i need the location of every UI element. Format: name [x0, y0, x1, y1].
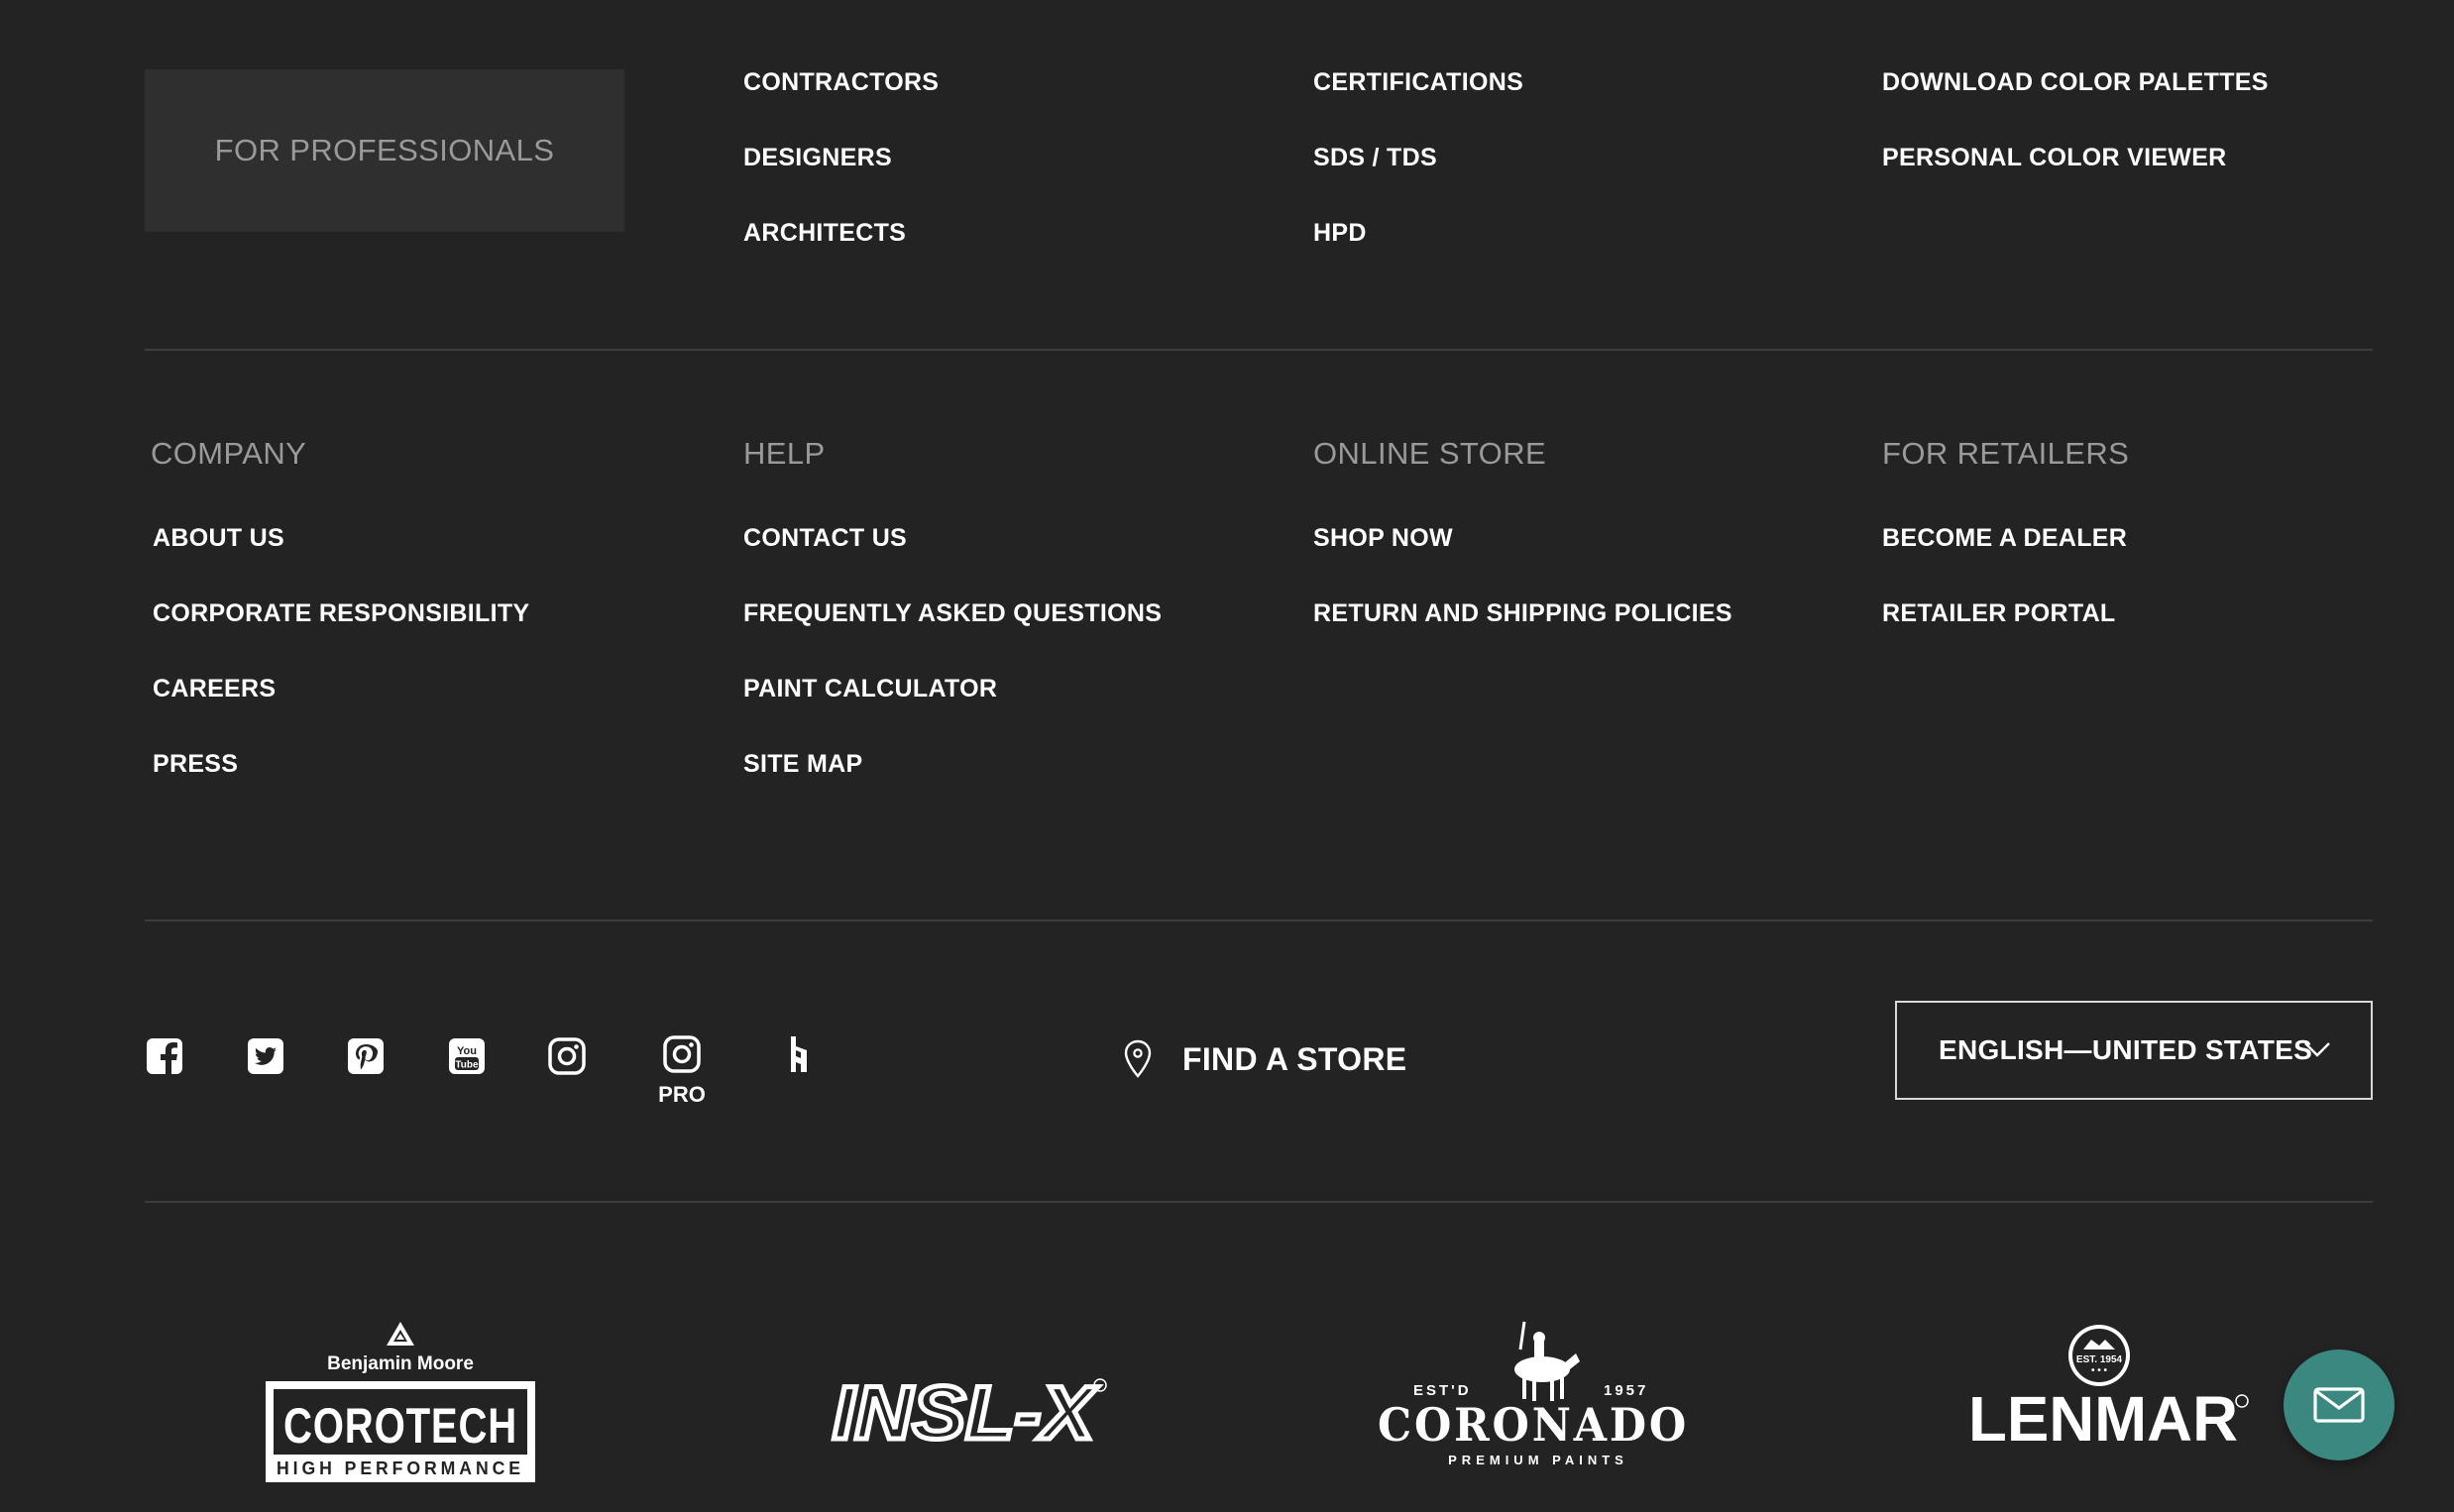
- language-select[interactable]: ENGLISH—UNITED STATES: [1895, 1001, 2373, 1100]
- link-about-us[interactable]: ABOUT US: [153, 523, 284, 553]
- svg-text:PREMIUM PAINTS: PREMIUM PAINTS: [1448, 1453, 1628, 1467]
- link-return-shipping-policies[interactable]: RETURN AND SHIPPING POLICIES: [1313, 598, 1732, 628]
- pro-label: PRO: [658, 1082, 706, 1107]
- houzz-icon[interactable]: [779, 1034, 819, 1074]
- link-retailer-portal[interactable]: RETAILER PORTAL: [1882, 598, 2116, 628]
- link-become-a-dealer[interactable]: BECOME A DEALER: [1882, 523, 2127, 553]
- link-paint-calculator[interactable]: PAINT CALCULATOR: [743, 674, 997, 703]
- link-personal-color-viewer[interactable]: PERSONAL COLOR VIEWER: [1882, 143, 2227, 172]
- instagram-pro-icon[interactable]: [662, 1034, 702, 1074]
- for-professionals-box: FOR PROFESSIONALS: [145, 69, 624, 232]
- divider: [145, 349, 2373, 351]
- insl-x-logo[interactable]: INSL-X: [831, 1369, 1108, 1458]
- link-hpd[interactable]: HPD: [1313, 218, 1367, 248]
- svg-text:EST'D: EST'D: [1413, 1382, 1472, 1399]
- divider: [145, 919, 2373, 921]
- for-professionals-heading: FOR PROFESSIONALS: [214, 133, 555, 167]
- link-careers[interactable]: CAREERS: [153, 674, 276, 703]
- link-certifications[interactable]: CERTIFICATIONS: [1313, 67, 1523, 97]
- link-download-color-palettes[interactable]: DOWNLOAD COLOR PALETTES: [1882, 67, 2269, 97]
- link-contact-us[interactable]: CONTACT US: [743, 523, 907, 553]
- link-site-map[interactable]: SITE MAP: [743, 749, 862, 779]
- youtube-text-tube: Tube: [455, 1060, 479, 1071]
- youtube-text-you: You: [457, 1045, 477, 1057]
- chat-button[interactable]: [2284, 1350, 2395, 1460]
- help-heading: HELP: [743, 436, 826, 471]
- chevron-down-icon: [2304, 1042, 2330, 1057]
- link-sds-tds[interactable]: SDS / TDS: [1313, 143, 1437, 172]
- svg-text:• • •: • • •: [2091, 1365, 2108, 1376]
- pinterest-icon[interactable]: [346, 1036, 386, 1076]
- link-contractors[interactable]: CONTRACTORS: [743, 67, 939, 97]
- link-architects[interactable]: ARCHITECTS: [743, 218, 906, 248]
- lenmar-logo[interactable]: EST. 1954 • • • LENMAR: [1966, 1320, 2250, 1455]
- link-press[interactable]: PRESS: [153, 749, 238, 779]
- twitter-icon[interactable]: [246, 1036, 285, 1076]
- link-shop-now[interactable]: SHOP NOW: [1313, 523, 1453, 553]
- svg-text:EST. 1954: EST. 1954: [2076, 1354, 2123, 1365]
- svg-text:Benjamin Moore: Benjamin Moore: [327, 1353, 474, 1374]
- coronado-logo[interactable]: EST'D 1957 CORONADO PREMIUM PAINTS: [1374, 1318, 1701, 1468]
- language-selected-value: ENGLISH—UNITED STATES: [1939, 1034, 2313, 1065]
- svg-text:1957: 1957: [1604, 1382, 1648, 1399]
- link-faq[interactable]: FREQUENTLY ASKED QUESTIONS: [743, 598, 1162, 628]
- svg-text:HIGH PERFORMANCE: HIGH PERFORMANCE: [277, 1458, 524, 1478]
- link-corporate-responsibility[interactable]: CORPORATE RESPONSIBILITY: [153, 598, 529, 628]
- for-retailers-heading: FOR RETAILERS: [1882, 436, 2130, 471]
- map-pin-icon[interactable]: [1122, 1038, 1154, 1080]
- svg-text:LENMAR: LENMAR: [1968, 1383, 2238, 1445]
- find-a-store-link[interactable]: FIND A STORE: [1182, 1040, 1406, 1078]
- instagram-icon[interactable]: [547, 1036, 587, 1076]
- online-store-heading: ONLINE STORE: [1313, 436, 1547, 471]
- divider: [145, 1201, 2373, 1203]
- svg-text:INSL-X: INSL-X: [833, 1375, 1099, 1451]
- svg-text:CORONADO: CORONADO: [1378, 1398, 1689, 1452]
- youtube-icon[interactable]: You Tube: [447, 1036, 487, 1076]
- svg-text:COROTECH: COROTECH: [283, 1398, 517, 1454]
- link-designers[interactable]: DESIGNERS: [743, 143, 892, 172]
- facebook-icon[interactable]: [145, 1036, 184, 1076]
- envelope-icon: [2313, 1387, 2365, 1423]
- company-heading: COMPANY: [151, 436, 307, 471]
- corotech-logo[interactable]: Benjamin Moore COROTECH HIGH PERFORMANCE: [264, 1320, 537, 1484]
